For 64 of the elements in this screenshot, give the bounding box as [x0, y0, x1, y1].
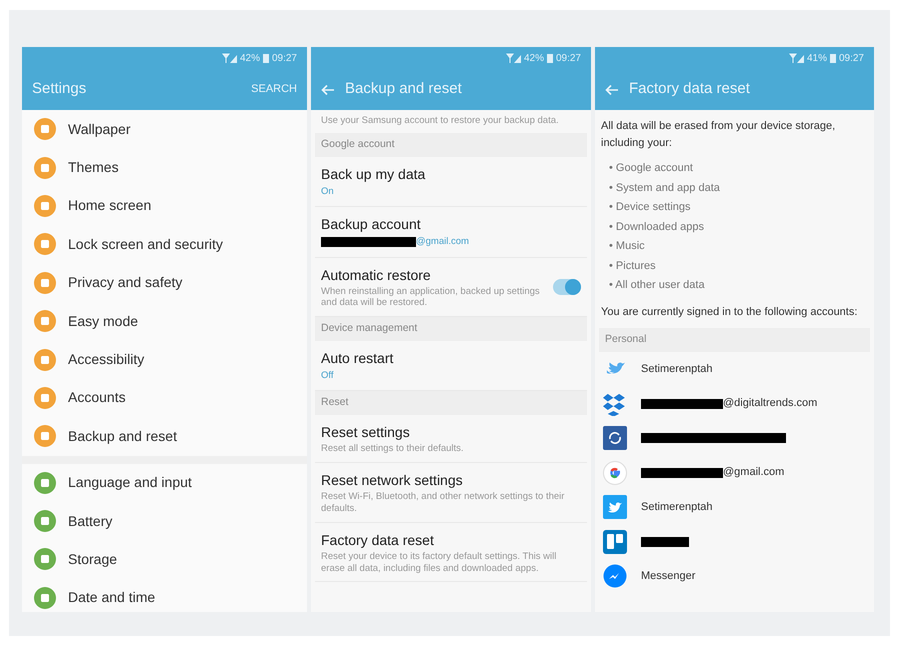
back-button[interactable]	[321, 82, 335, 97]
list-item: • Device settings	[608, 200, 692, 215]
account-item[interactable]: @gmail.com	[595, 455, 874, 490]
account-name: Messenger	[641, 568, 696, 584]
list-item: • System and app data	[608, 180, 721, 196]
screen-title: Factory data reset	[629, 79, 750, 100]
account-name: @gmail.com	[723, 465, 784, 480]
signal-icon	[220, 53, 237, 63]
setting-title[interactable]: Back up my data	[321, 164, 581, 185]
list-item: • All other user data	[608, 278, 706, 293]
section-header: Device management	[315, 317, 587, 341]
description-text: All data will be erased from your device storage, including your:	[600, 119, 836, 150]
back-arrow-icon	[605, 84, 619, 96]
setting-title[interactable]: Auto restart	[321, 348, 581, 369]
setting-title[interactable]: Factory data reset	[321, 530, 581, 551]
setting-title[interactable]: Automatic restore	[321, 264, 545, 286]
setting-value: Off	[321, 370, 334, 381]
g-letter-icon	[603, 460, 627, 484]
list-item: • Downloaded apps	[608, 220, 705, 234]
clock-time: 09:27	[272, 52, 297, 66]
toggle-switch[interactable]	[553, 278, 581, 295]
account-name: @digitaltrends.com	[723, 396, 818, 412]
battery-icon	[830, 53, 836, 63]
clock-time: 09:27	[556, 52, 581, 66]
board-icon	[603, 530, 627, 554]
list-item: • Google account	[608, 161, 694, 176]
screen-title: Settings	[32, 79, 86, 100]
account-item[interactable]: @digitaltrends.com	[595, 386, 874, 421]
battery-percent: 41%	[806, 52, 827, 66]
section-header: Personal	[599, 328, 870, 352]
setting-title[interactable]: Reset settings	[321, 422, 581, 443]
account-name: Setimerenptah	[641, 500, 713, 515]
battery-icon	[546, 53, 553, 63]
screen-title: Backup and reset	[345, 79, 462, 100]
list-item: • Pictures	[608, 258, 657, 274]
list-item: • Music	[608, 239, 646, 254]
setting-value: @gmail.com	[416, 236, 469, 248]
account-name: Setimerenptah	[641, 362, 713, 377]
section-header: Google account	[315, 133, 587, 157]
battery-percent: 42%	[240, 52, 260, 66]
open-box-icon	[603, 392, 627, 416]
description-text: Use your Samsung account to restore your backup data.	[320, 114, 560, 128]
setting-value: On	[321, 186, 334, 197]
battery-percent: 42%	[524, 52, 544, 66]
sync-icon	[603, 426, 627, 450]
setting-title[interactable]: Backup account	[321, 214, 581, 236]
setting-description: Reset Wi-Fi, Bluetooth, and other network settings to their defaults.	[321, 490, 566, 515]
battery-icon	[262, 53, 269, 63]
account-item[interactable]: Messenger	[595, 558, 874, 594]
setting-description: Reset all settings to their defaults.	[321, 443, 465, 455]
section-header: Reset	[315, 391, 587, 415]
signal-icon	[788, 53, 804, 63]
back-arrow-icon	[321, 84, 335, 96]
bird-square-icon	[603, 495, 627, 519]
setting-description: When reinstalling an application, backed up settings and data will be restored.	[321, 286, 541, 310]
back-button[interactable]	[605, 82, 619, 97]
signal-icon	[504, 53, 521, 63]
account-item[interactable]: Setimerenptah	[595, 490, 874, 524]
setting-description: Reset your device to its factory default settings. This will erase all data, including files and downloaded apps.	[321, 550, 558, 574]
clock-time: 09:27	[838, 52, 864, 66]
setting-title[interactable]: Reset network settings	[321, 470, 581, 491]
chat-bubble-icon	[603, 564, 627, 588]
account-item[interactable]: Setimerenptah	[595, 352, 874, 386]
description-text: You are currently signed in to the following accounts:	[600, 304, 858, 320]
